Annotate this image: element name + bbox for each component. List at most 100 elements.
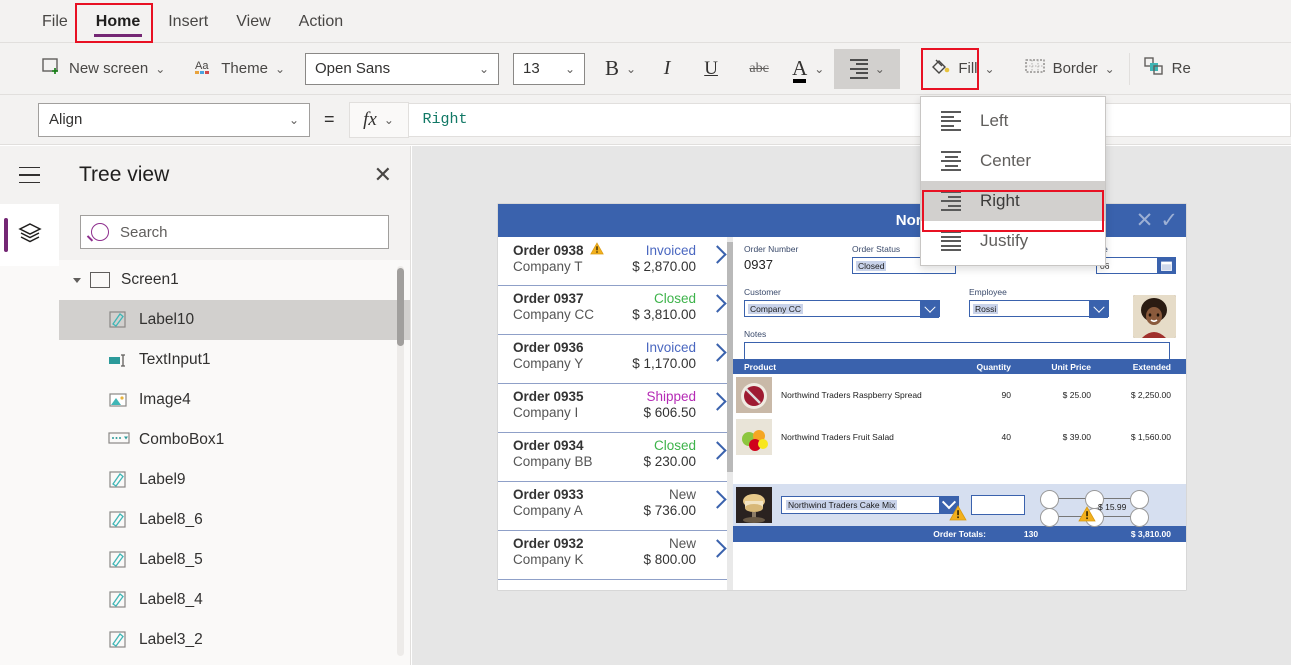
notes-field: Notes xyxy=(744,329,1176,362)
reorder-label: Re xyxy=(1171,60,1191,77)
align-menu-label: Justify xyxy=(980,231,1029,250)
customer-dropdown[interactable]: Company CC xyxy=(744,300,940,318)
chevron-down-icon[interactable] xyxy=(920,301,939,318)
chevron-down-icon[interactable] xyxy=(1089,301,1108,318)
property-name: Align xyxy=(49,111,83,128)
menu-item-home[interactable]: Home xyxy=(82,0,154,43)
tree-item-combobox1[interactable]: ComboBox1 xyxy=(59,420,410,460)
search-placeholder: Search xyxy=(120,223,168,241)
new-screen-label: New screen xyxy=(69,60,149,77)
orders-gallery[interactable]: Order 0938 Invoiced Company T $ 2,870.00 … xyxy=(498,204,733,590)
label-icon xyxy=(108,470,128,490)
reorder-button[interactable]: Re xyxy=(1136,50,1199,88)
gallery-row[interactable]: Order 0935 Shipped Company I $ 606.50 xyxy=(498,384,733,433)
gallery-row[interactable]: Order 0937 Closed Company CC $ 3,810.00 xyxy=(498,286,733,335)
menu-item-action[interactable]: Action xyxy=(285,0,357,43)
order-number: Order 0934 xyxy=(513,438,584,453)
resize-handle[interactable] xyxy=(1040,508,1059,527)
label-icon xyxy=(108,510,128,530)
gallery-row[interactable]: Order 0936 Invoiced Company Y $ 1,170.00 xyxy=(498,335,733,384)
bold-button[interactable]: B ⌄ xyxy=(599,50,642,88)
company-name: Company A xyxy=(513,503,583,518)
new-screen-button[interactable]: New screen ⌄ xyxy=(34,50,173,88)
gallery-row[interactable]: Order 0933 New Company A $ 736.00 xyxy=(498,482,733,531)
menu-item-insert[interactable]: Insert xyxy=(154,0,222,43)
detail-row-2: Customer Company CC Employee Rossi xyxy=(744,287,1176,318)
tree-item-label10[interactable]: Label10 xyxy=(59,300,410,340)
align-button[interactable]: ⌄ xyxy=(834,48,901,89)
product-select[interactable]: Northwind Traders Cake Mix xyxy=(781,495,967,521)
tree-item-label8-4[interactable]: Label8_4 xyxy=(59,580,410,620)
resize-handle[interactable] xyxy=(1130,490,1149,509)
close-icon[interactable]: ✕ xyxy=(374,164,392,186)
gallery-row[interactable]: Order 0938 Invoiced Company T $ 2,870.00 xyxy=(498,237,733,286)
calendar-icon[interactable] xyxy=(1157,257,1176,274)
menu-label: File xyxy=(42,12,68,30)
tree-item-list[interactable]: Screen1 Label10 TextInput1 Image4 ComboB… xyxy=(59,260,410,665)
font-color-button[interactable]: A ⌄ xyxy=(786,50,830,88)
align-menu-item-left[interactable]: Left xyxy=(921,101,1105,141)
products-table-header: Product Quantity Unit Price Extended xyxy=(733,359,1186,374)
menu-item-file[interactable]: File xyxy=(28,0,82,43)
tree-item-label9[interactable]: Label9 xyxy=(59,460,410,500)
gallery-row[interactable]: Order 0932 New Company K $ 800.00 xyxy=(498,531,733,580)
tree-item-label: Label8_4 xyxy=(139,591,203,608)
order-status-value: Closed xyxy=(856,260,887,271)
quantity-input[interactable] xyxy=(971,495,1025,515)
align-menu-item-right[interactable]: Right xyxy=(921,181,1105,221)
column-header-quantity: Quantity xyxy=(976,361,1011,372)
tree-item-label3-2[interactable]: Label3_2 xyxy=(59,620,410,660)
selection-handles[interactable]: $ 15.99 xyxy=(1038,484,1156,527)
fx-button[interactable]: fx ⌄ xyxy=(348,101,409,138)
company-name: Company BB xyxy=(513,454,593,469)
resize-handle[interactable] xyxy=(1130,508,1149,527)
italic-button[interactable]: I xyxy=(648,50,686,88)
align-justify-icon xyxy=(941,231,961,251)
font-size-select[interactable]: 13 ⌄ xyxy=(513,52,586,85)
tree-item-label8-5[interactable]: Label8_5 xyxy=(59,540,410,580)
align-dropdown-menu[interactable]: Left Center Right Justify xyxy=(920,96,1106,266)
align-menu-item-center[interactable]: Center xyxy=(921,141,1105,181)
order-amount: $ 1,170.00 xyxy=(632,356,696,371)
tree-item-label: Screen1 xyxy=(121,271,179,288)
order-number-label: Order Number xyxy=(744,244,799,254)
tree-item-image4[interactable]: Image4 xyxy=(59,380,410,420)
font-family-select[interactable]: Open Sans ⌄ xyxy=(305,52,500,85)
menu-label: Home xyxy=(95,12,141,30)
align-menu-item-justify[interactable]: Justify xyxy=(921,221,1105,261)
property-select[interactable]: Align ⌄ xyxy=(38,102,310,137)
employee-dropdown[interactable]: Rossi xyxy=(969,300,1109,318)
order-amount: $ 606.50 xyxy=(643,405,696,420)
cancel-icon[interactable]: ✕ xyxy=(1136,210,1154,231)
formula-input[interactable]: Right xyxy=(408,102,1291,137)
product-edit-row[interactable]: Northwind Traders Cake Mix $ 15.99 xyxy=(733,484,1186,527)
product-name: Northwind Traders Raspberry Spread xyxy=(781,389,922,400)
resize-handle[interactable] xyxy=(1040,490,1059,509)
strikethrough-button[interactable]: abc xyxy=(740,50,778,88)
theme-button[interactable]: Aa Theme ⌄ xyxy=(187,50,293,88)
chevron-down-icon: ⌄ xyxy=(564,61,576,76)
product-row[interactable]: Northwind Traders Raspberry Spread 90 $ … xyxy=(733,374,1186,416)
border-button[interactable]: Border ⌄ xyxy=(1017,50,1123,88)
underline-button[interactable]: U xyxy=(692,50,730,88)
fill-button[interactable]: Fill ⌄ xyxy=(922,50,1002,88)
confirm-icon[interactable]: ✓ xyxy=(1160,210,1178,231)
align-right-icon xyxy=(941,191,961,211)
search-input[interactable]: Search xyxy=(80,215,389,249)
tree-scrollbar-thumb[interactable] xyxy=(397,268,404,346)
tree-item-textinput1[interactable]: TextInput1 xyxy=(59,340,410,380)
product-row[interactable]: Northwind Traders Fruit Salad 40 $ 39.00… xyxy=(733,416,1186,458)
order-date-input[interactable]: 06 xyxy=(1096,257,1176,274)
tree-item-screen1[interactable]: Screen1 xyxy=(59,260,410,300)
app-canvas[interactable]: Order 0938 Invoiced Company T $ 2,870.00 … xyxy=(412,146,1291,665)
formula-value: Right xyxy=(422,111,468,128)
menu-item-view[interactable]: View xyxy=(222,0,284,43)
employee-value: Rossi xyxy=(973,303,999,314)
menu-label: View xyxy=(236,12,271,30)
rail-tree-view-button[interactable] xyxy=(0,204,59,266)
gallery-row[interactable]: Order 0934 Closed Company BB $ 230.00 xyxy=(498,433,733,482)
chevron-down-icon[interactable] xyxy=(73,277,81,283)
hamburger-menu-button[interactable] xyxy=(0,146,59,204)
order-number: Order 0933 xyxy=(513,487,584,502)
tree-item-label8-6[interactable]: Label8_6 xyxy=(59,500,410,540)
